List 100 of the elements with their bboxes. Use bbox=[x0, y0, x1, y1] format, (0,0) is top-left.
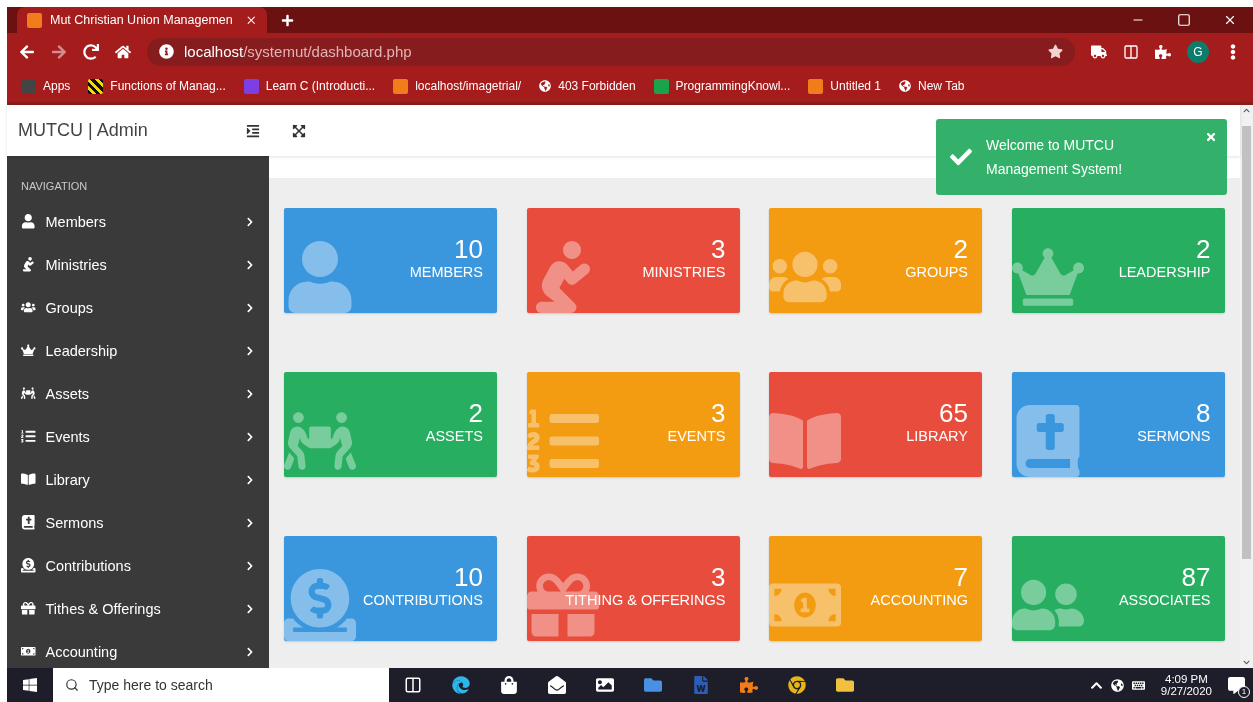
bookmark-link[interactable]: localhost/imagetrial/ bbox=[393, 78, 522, 94]
close-icon[interactable] bbox=[244, 13, 257, 27]
nav-heading: NAVIGATION bbox=[20, 180, 89, 194]
nav-item[interactable]: Events bbox=[7, 415, 269, 458]
globe-icon bbox=[539, 80, 552, 92]
bookmark-link[interactable]: New Tab bbox=[899, 79, 965, 93]
taskbar-search-field[interactable]: Type here to search bbox=[53, 668, 389, 702]
stat-card[interactable]: 3 MINISTRIES bbox=[526, 208, 740, 313]
bookmark-link[interactable]: 403 Forbidden bbox=[539, 79, 636, 93]
scrollbar[interactable] bbox=[1240, 105, 1253, 668]
nav-item[interactable]: Ministries bbox=[7, 243, 269, 286]
stat-label: SERMONS bbox=[1137, 428, 1211, 444]
notification-icon[interactable] bbox=[1228, 676, 1245, 694]
stat-value: 7 bbox=[953, 562, 968, 593]
fullscreen-icon[interactable] bbox=[292, 123, 306, 138]
close-icon[interactable] bbox=[1223, 13, 1237, 27]
open-book-icon bbox=[21, 472, 36, 487]
clock[interactable]: 4:09 PM 9/27/2020 bbox=[1152, 673, 1220, 697]
chevron-icon bbox=[245, 388, 255, 399]
stat-label: CONTRIBUTIONS bbox=[362, 592, 483, 608]
address-bar[interactable]: localhost/systemut/dashboard.php bbox=[147, 37, 1075, 66]
stat-value: 3 bbox=[711, 398, 726, 429]
stat-label: EVENTS bbox=[667, 428, 726, 444]
info-icon bbox=[159, 44, 174, 59]
nav-item[interactable]: Contributions bbox=[7, 544, 269, 587]
forward-icon[interactable] bbox=[51, 43, 67, 60]
nav-item[interactable]: Members bbox=[7, 200, 269, 243]
book-cross-icon bbox=[21, 515, 36, 530]
chevron-icon bbox=[245, 603, 255, 614]
start-icon[interactable] bbox=[22, 677, 38, 693]
nav-item[interactable]: Tithes & Offerings bbox=[7, 587, 269, 630]
coin-hand-icon bbox=[21, 558, 36, 573]
crown-icon bbox=[21, 343, 36, 358]
chevron-icon bbox=[245, 560, 255, 571]
back-icon[interactable] bbox=[19, 43, 35, 60]
checklist-icon bbox=[21, 429, 36, 444]
stat-value: 3 bbox=[711, 234, 726, 265]
brand-title: MUTCU | Admin bbox=[17, 120, 149, 141]
chevron-icon bbox=[245, 431, 255, 442]
bag-icon[interactable] bbox=[500, 676, 518, 694]
nav-item[interactable]: Library bbox=[7, 458, 269, 501]
menu-toggle-icon[interactable] bbox=[246, 123, 260, 138]
browser-tab[interactable]: Mut Christian Union Managemen bbox=[17, 7, 267, 33]
stat-label: ASSETS bbox=[425, 428, 483, 444]
stat-label: MINISTRIES bbox=[642, 264, 726, 280]
home-icon[interactable] bbox=[115, 43, 131, 60]
new-tab-icon[interactable] bbox=[281, 14, 294, 27]
tab-favicon-icon bbox=[27, 12, 42, 28]
restore-icon[interactable] bbox=[1177, 13, 1191, 27]
kneeling-person-icon bbox=[21, 257, 36, 272]
globe-icon bbox=[899, 80, 912, 92]
document-icon[interactable] bbox=[692, 676, 710, 694]
bookmark-link[interactable]: Functions of Manag... bbox=[88, 78, 226, 94]
nav-item[interactable]: Groups bbox=[7, 286, 269, 329]
person-icon bbox=[21, 214, 36, 229]
image-icon[interactable] bbox=[596, 676, 614, 694]
stat-label: MEMBERS bbox=[409, 264, 483, 280]
stat-value: 2 bbox=[953, 234, 968, 265]
stat-label: GROUPS bbox=[905, 264, 968, 280]
bookmark-link[interactable]: Learn C (Introducti... bbox=[243, 78, 376, 94]
chevron-icon bbox=[245, 302, 255, 313]
keyboard-icon[interactable] bbox=[1131, 678, 1145, 692]
bookmark-link[interactable]: Untitled 1 bbox=[808, 78, 882, 94]
coin-hand-icon bbox=[284, 569, 356, 641]
scroll-up-icon[interactable] bbox=[1243, 107, 1250, 114]
gift-icon bbox=[21, 601, 36, 616]
app-icon[interactable] bbox=[740, 676, 758, 694]
chevron-icon bbox=[245, 216, 255, 227]
nav-item[interactable]: Leadership bbox=[7, 329, 269, 372]
mail-icon[interactable] bbox=[548, 676, 566, 694]
toast-notification: Welcome to MUTCU Management System! bbox=[936, 119, 1227, 195]
nav-item[interactable]: Assets bbox=[7, 372, 269, 415]
stat-value: 65 bbox=[939, 398, 968, 429]
chevron-icon bbox=[245, 259, 255, 270]
stat-value: 87 bbox=[1181, 562, 1211, 593]
puzzle-icon[interactable] bbox=[1155, 43, 1171, 60]
stat-label: ACCOUNTING bbox=[870, 592, 968, 608]
people-icon bbox=[21, 300, 36, 315]
star-icon[interactable] bbox=[1048, 44, 1063, 59]
people-carrying-box-icon bbox=[21, 386, 36, 401]
bookmark-link[interactable]: ProgrammingKnowl... bbox=[653, 78, 791, 94]
check-icon bbox=[950, 146, 972, 168]
bookmark-link[interactable]: Apps bbox=[21, 78, 71, 94]
chevron-icon bbox=[245, 646, 255, 657]
task-view-icon[interactable] bbox=[404, 676, 422, 694]
browser-icon[interactable] bbox=[788, 676, 806, 694]
scroll-down-icon[interactable] bbox=[1243, 659, 1250, 666]
chevron-icon bbox=[245, 517, 255, 528]
reload-icon[interactable] bbox=[83, 43, 99, 60]
folder-icon[interactable] bbox=[836, 676, 854, 694]
profile-avatar[interactable]: G bbox=[1187, 40, 1209, 63]
globe-icon[interactable] bbox=[1110, 678, 1124, 692]
stat-card[interactable]: 65 LIBRARY bbox=[769, 372, 982, 477]
truck-icon[interactable] bbox=[1091, 43, 1107, 60]
chevron-icon bbox=[245, 345, 255, 356]
stat-value: 8 bbox=[1196, 398, 1211, 429]
nav-item[interactable]: Sermons bbox=[7, 501, 269, 544]
stat-label: LEADERSHIP bbox=[1118, 264, 1211, 280]
browser-icon[interactable] bbox=[452, 676, 470, 694]
stat-label: LIBRARY bbox=[906, 428, 968, 444]
